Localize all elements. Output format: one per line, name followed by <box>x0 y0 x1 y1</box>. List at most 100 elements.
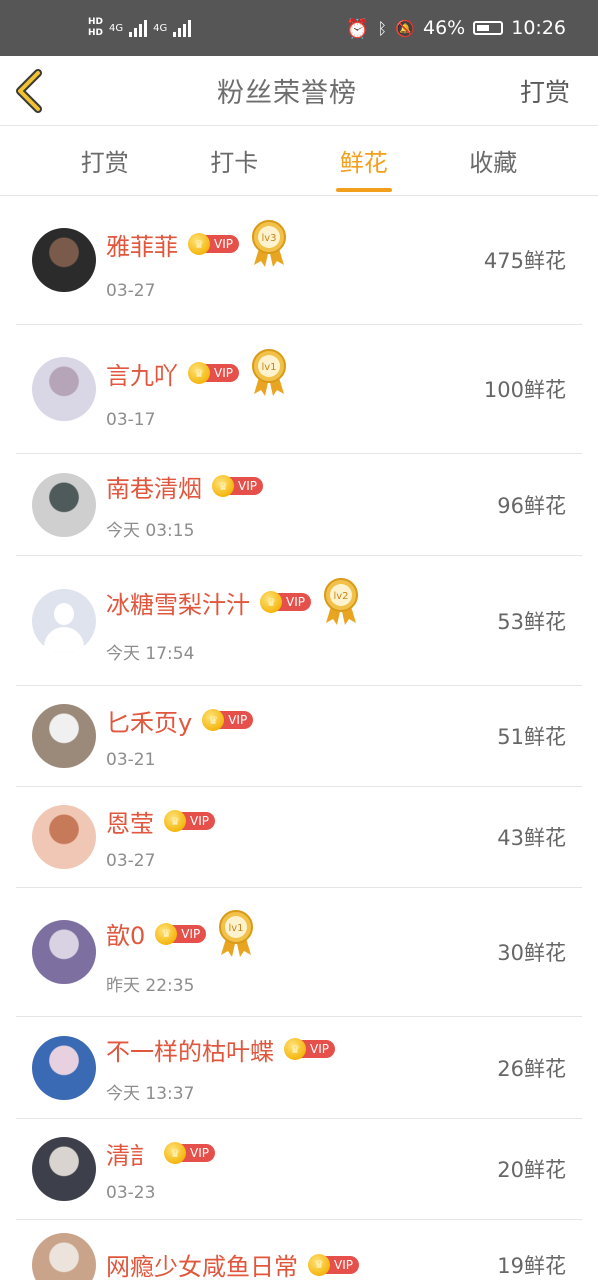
fan-name[interactable]: 言九吖 <box>106 356 178 391</box>
level-label: lv2 <box>333 591 348 602</box>
avatar[interactable] <box>32 1137 96 1201</box>
fan-info: 南巷清烟 ♛ VIP 今天 03:15 <box>106 469 497 541</box>
fan-date: 03-23 <box>106 1182 156 1203</box>
name-line: 网瘾少女咸鱼日常 ♛ VIP <box>106 1247 497 1280</box>
name-line: 歆0 ♛ VIP lv1 <box>106 909 497 959</box>
fan-name[interactable]: 清訁 <box>106 1136 154 1171</box>
fan-name[interactable]: 网瘾少女咸鱼日常 <box>106 1247 298 1280</box>
status-bar: HD HD 4G 4G ⏰ ᛒ 🔕 46% 10:26 <box>0 0 598 56</box>
vip-badge: ♛ VIP <box>308 1253 359 1276</box>
level-medal-icon: lv1 <box>218 909 254 959</box>
flower-count: 43鲜花 <box>497 826 566 850</box>
mute-icon: 🔕 <box>395 18 415 38</box>
crown-icon: ♛ <box>188 233 210 255</box>
app-header: 粉丝荣誉榜 打赏 <box>0 56 598 126</box>
crown-icon: ♛ <box>164 810 186 832</box>
avatar[interactable] <box>32 472 96 537</box>
crown-icon: ♛ <box>155 922 178 945</box>
battery-icon <box>473 21 504 35</box>
network-type-1: 4G <box>109 22 124 34</box>
name-line: 清訁 ♛ VIP <box>106 1136 497 1171</box>
fan-info: 言九吖 ♛ VIP lv1 03-17 <box>106 348 484 430</box>
bluetooth-icon: ᛒ <box>377 18 388 38</box>
avatar[interactable] <box>32 357 96 421</box>
back-button[interactable] <box>14 68 54 114</box>
level-medal-icon: lv1 <box>251 348 287 398</box>
flower-count: 20鲜花 <box>497 1158 566 1182</box>
hd-label-1: HD <box>88 17 104 27</box>
avatar[interactable] <box>32 704 96 768</box>
avatar[interactable] <box>32 228 96 292</box>
network-type-2: 4G <box>153 22 168 34</box>
list-item[interactable]: 雅菲菲 ♛ VIP lv3 03-27 475鲜花 <box>16 196 582 325</box>
signal-icon <box>173 19 192 37</box>
network-indicators: HD HD 4G 4G <box>88 17 192 39</box>
list-item[interactable]: 清訁 ♛ VIP 03-23 20鲜花 <box>16 1119 582 1220</box>
level-medal-icon: lv2 <box>323 577 359 627</box>
vip-badge: ♛ VIP <box>284 1038 335 1060</box>
fan-name[interactable]: 匕禾页y <box>106 703 192 738</box>
vip-badge: ♛ VIP <box>164 1142 215 1164</box>
fan-date: 今天 03:15 <box>106 520 195 541</box>
level-label: lv3 <box>261 233 276 244</box>
name-line: 雅菲菲 ♛ VIP lv3 <box>106 219 484 269</box>
avatar[interactable] <box>32 1035 96 1100</box>
level-medal-icon: lv3 <box>251 219 287 269</box>
name-line: 恩莹 ♛ VIP <box>106 804 497 839</box>
list-item[interactable]: 网瘾少女咸鱼日常 ♛ VIP 19鲜花 <box>16 1220 582 1280</box>
flower-count: 30鲜花 <box>497 941 566 965</box>
list-item[interactable]: 歆0 ♛ VIP lv1 昨天 22:35 30鲜花 <box>16 888 582 1017</box>
fan-name[interactable]: 不一样的枯叶蝶 <box>106 1032 274 1067</box>
reward-button[interactable]: 打赏 <box>520 73 570 109</box>
crown-icon: ♛ <box>164 1142 186 1164</box>
crown-icon: ♛ <box>308 1253 330 1276</box>
list-item[interactable]: 冰糖雪梨汁汁 ♛ VIP lv2 今天 17:54 53鲜花 <box>16 556 582 686</box>
vip-badge: ♛ VIP <box>260 591 311 613</box>
flower-count: 51鲜花 <box>497 725 566 749</box>
name-line: 言九吖 ♛ VIP lv1 <box>106 348 484 398</box>
avatar[interactable] <box>32 588 96 653</box>
crown-icon: ♛ <box>260 591 282 613</box>
tab-checkin[interactable]: 打卡 <box>206 131 262 190</box>
fan-date: 今天 13:37 <box>106 1083 195 1104</box>
list-item[interactable]: 匕禾页y ♛ VIP 03-21 51鲜花 <box>16 686 582 787</box>
fan-date: 03-27 <box>106 850 156 871</box>
fan-name[interactable]: 雅菲菲 <box>106 227 178 262</box>
flower-count: 19鲜花 <box>497 1253 566 1278</box>
fan-info: 歆0 ♛ VIP lv1 昨天 22:35 <box>106 909 497 996</box>
clock: 10:26 <box>511 17 566 39</box>
tab-favorites[interactable]: 收藏 <box>465 131 521 190</box>
flower-count: 100鲜花 <box>483 378 566 402</box>
list-item[interactable]: 言九吖 ♛ VIP lv1 03-17 100鲜花 <box>16 325 582 454</box>
name-line: 南巷清烟 ♛ VIP <box>106 469 497 504</box>
avatar[interactable] <box>32 920 96 984</box>
fan-info: 不一样的枯叶蝶 ♛ VIP 今天 13:37 <box>106 1032 497 1104</box>
fan-date: 昨天 22:35 <box>106 975 195 996</box>
fan-info: 网瘾少女咸鱼日常 ♛ VIP <box>106 1247 497 1280</box>
avatar[interactable] <box>32 1232 96 1280</box>
hd-indicators: HD HD <box>88 17 103 39</box>
fan-name[interactable]: 恩莹 <box>106 804 154 839</box>
tab-reward[interactable]: 打赏 <box>77 131 133 190</box>
vip-badge: ♛ VIP <box>202 709 254 731</box>
tab-flowers[interactable]: 鲜花 <box>335 131 392 192</box>
avatar[interactable] <box>32 805 96 869</box>
fan-name[interactable]: 南巷清烟 <box>106 469 202 504</box>
vip-badge: ♛ VIP <box>155 922 207 945</box>
fan-info: 清訁 ♛ VIP 03-23 <box>106 1136 497 1203</box>
battery-percent: 46% <box>423 17 466 39</box>
vip-badge: ♛ VIP <box>188 362 239 384</box>
list-item[interactable]: 不一样的枯叶蝶 ♛ VIP 今天 13:37 26鲜花 <box>16 1017 582 1119</box>
list-item[interactable]: 南巷清烟 ♛ VIP 今天 03:15 96鲜花 <box>16 454 582 556</box>
fan-info: 雅菲菲 ♛ VIP lv3 03-27 <box>106 219 484 301</box>
fan-name[interactable]: 歆0 <box>106 916 145 951</box>
name-line: 冰糖雪梨汁汁 ♛ VIP lv2 <box>106 577 497 627</box>
page-title: 粉丝荣誉榜 <box>216 78 357 109</box>
vip-badge: ♛ VIP <box>188 233 239 255</box>
list-item[interactable]: 恩莹 ♛ VIP 03-27 43鲜花 <box>16 787 582 888</box>
status-right: ⏰ ᛒ 🔕 46% 10:26 <box>346 17 566 40</box>
flower-count: 53鲜花 <box>497 609 566 634</box>
fan-date: 03-17 <box>106 410 156 430</box>
fan-date: 03-21 <box>106 749 156 770</box>
fan-name[interactable]: 冰糖雪梨汁汁 <box>106 585 250 620</box>
